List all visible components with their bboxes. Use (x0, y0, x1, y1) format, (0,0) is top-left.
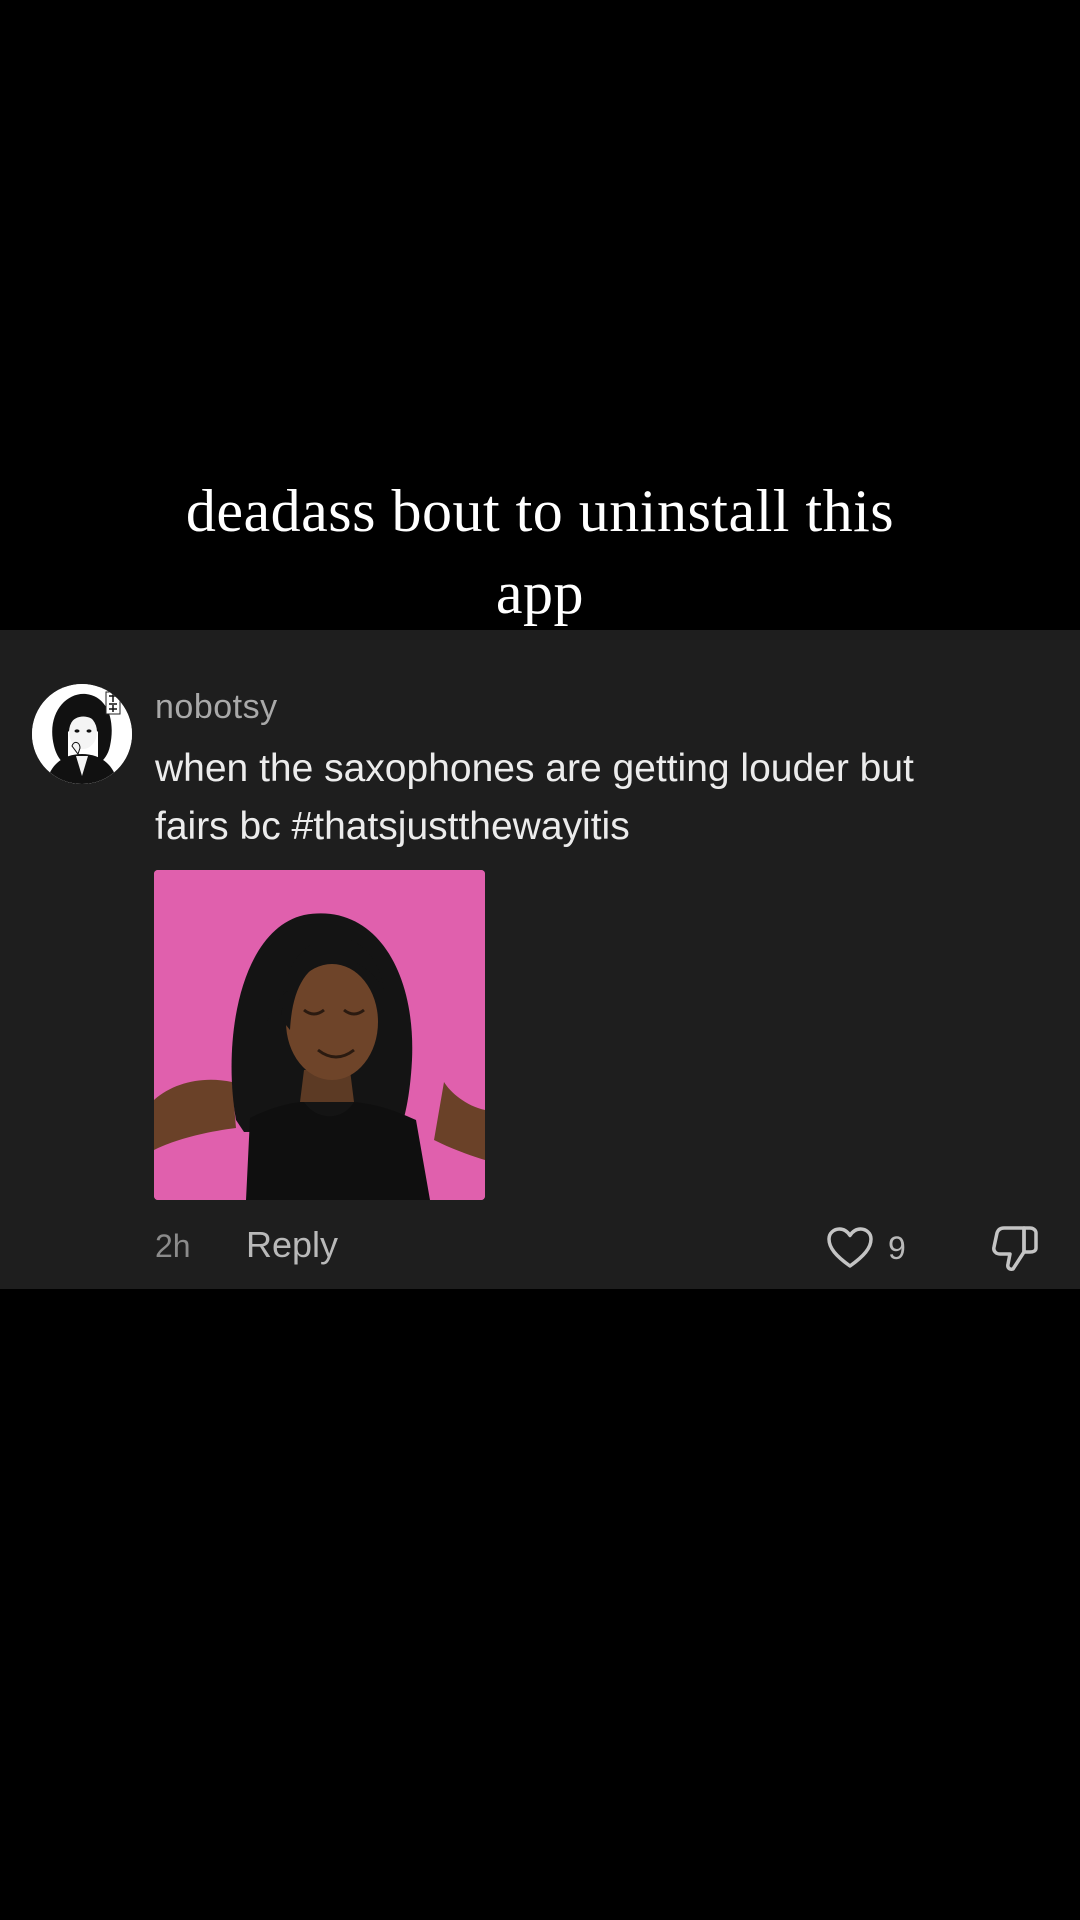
reaction-gif-image-icon (154, 870, 485, 1200)
comment-card: nobotsy when the saxophones are getting … (0, 630, 1080, 1289)
like-count: 9 (888, 1230, 906, 1266)
avatar-illustration-icon (32, 684, 132, 784)
comment-text: when the saxophones are getting louder b… (155, 740, 1045, 856)
comment-text-line-1: when the saxophones are getting louder b… (155, 747, 914, 790)
comment-username[interactable]: nobotsy (155, 688, 278, 727)
comment-text-line-2: fairs bc #thatsjustthewayitis (155, 805, 630, 848)
caption-line-2: app (495, 560, 585, 626)
heart-icon[interactable] (826, 1226, 874, 1270)
caption-line-1: deadass bout to uninstall this (185, 478, 895, 544)
video-caption: deadass bout to uninstall this app (150, 470, 930, 634)
avatar[interactable] (32, 684, 132, 784)
reply-button[interactable]: Reply (246, 1224, 338, 1266)
reaction-gif[interactable] (154, 870, 485, 1200)
comment-timestamp: 2h (155, 1228, 191, 1264)
thumbs-down-icon[interactable] (990, 1224, 1040, 1272)
heart-outline (827, 1227, 873, 1268)
thumbs-down-outline (992, 1226, 1038, 1271)
